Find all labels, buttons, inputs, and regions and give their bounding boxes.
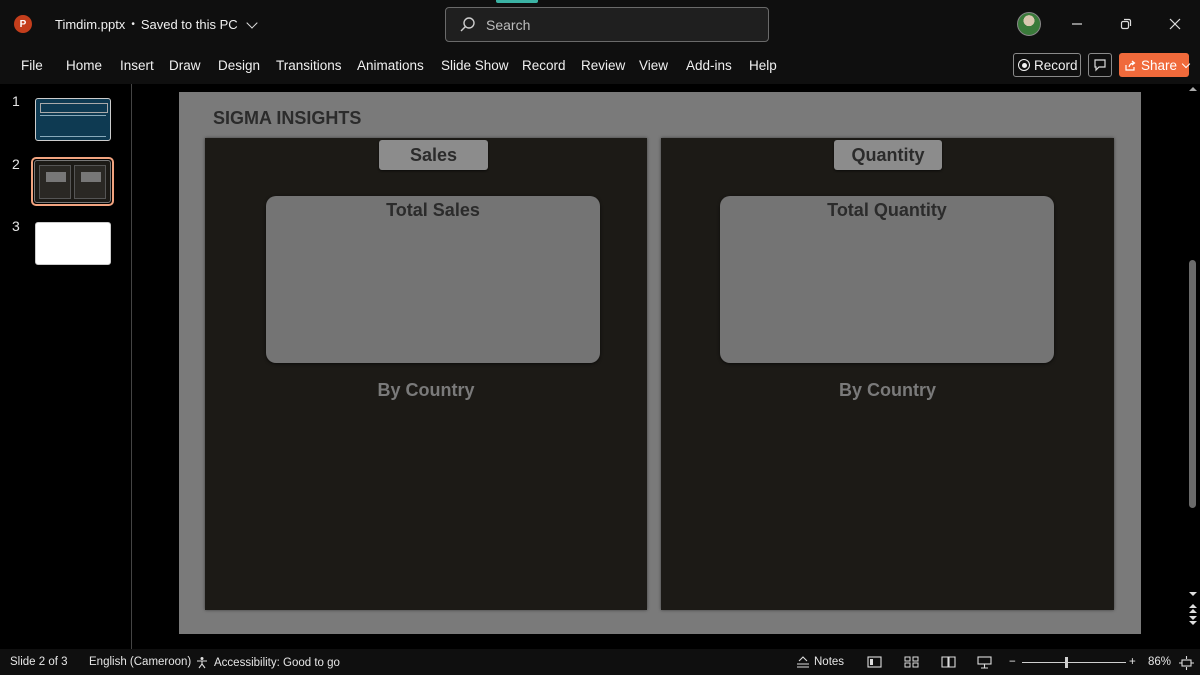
normal-view-icon[interactable] bbox=[867, 656, 882, 668]
scroll-up-icon[interactable] bbox=[1186, 84, 1200, 94]
accessibility-status[interactable]: Accessibility: Good to go bbox=[196, 656, 340, 669]
slide-thumbnail-3[interactable] bbox=[35, 222, 111, 265]
previous-slide-icon[interactable] bbox=[1186, 602, 1200, 614]
filename: Timdim.pptx bbox=[55, 17, 126, 32]
search-placeholder: Search bbox=[486, 16, 531, 33]
reading-view-icon[interactable] bbox=[941, 656, 956, 668]
tab-draw[interactable]: Draw bbox=[169, 58, 201, 73]
slide-number-2: 2 bbox=[12, 156, 20, 172]
zoom-slider-thumb[interactable] bbox=[1065, 657, 1068, 668]
accessibility-icon bbox=[197, 657, 207, 669]
vertical-scrollbar[interactable] bbox=[1186, 84, 1200, 649]
close-icon bbox=[1169, 18, 1181, 30]
share-button[interactable]: Share bbox=[1119, 53, 1191, 77]
title-bar: P Timdim.pptx • Saved to this PC Search bbox=[0, 0, 1200, 48]
thumbnail-panel-left bbox=[39, 165, 71, 199]
tab-record[interactable]: Record bbox=[522, 58, 566, 73]
slide-sorter-icon[interactable] bbox=[904, 656, 919, 668]
accessibility-label: Accessibility: Good to go bbox=[214, 656, 340, 669]
scrollbar-thumb[interactable] bbox=[1189, 260, 1196, 508]
tab-animations[interactable]: Animations bbox=[357, 58, 424, 73]
slide-show-view-icon[interactable] bbox=[977, 656, 992, 669]
tab-review[interactable]: Review bbox=[581, 58, 625, 73]
slide-title[interactable]: SIGMA INSIGHTS bbox=[213, 108, 361, 129]
slide-number-3: 3 bbox=[12, 218, 20, 234]
tab-view[interactable]: View bbox=[639, 58, 668, 73]
comments-button[interactable] bbox=[1088, 53, 1112, 77]
slide[interactable]: SIGMA INSIGHTS Sales Total Sales By Coun… bbox=[179, 92, 1141, 634]
tab-design[interactable]: Design bbox=[218, 58, 260, 73]
total-sales-title: Total Sales bbox=[386, 200, 480, 220]
tab-slide-show[interactable]: Slide Show bbox=[441, 58, 509, 73]
search-box[interactable]: Search bbox=[445, 7, 769, 42]
sales-header-pill[interactable]: Sales bbox=[379, 140, 488, 170]
total-quantity-title: Total Quantity bbox=[827, 200, 947, 220]
notes-icon bbox=[797, 656, 809, 668]
close-button[interactable] bbox=[1163, 12, 1187, 36]
slide-thumbnail-1[interactable] bbox=[35, 98, 111, 141]
zoom-slider-track[interactable] bbox=[1022, 662, 1126, 663]
quantity-header-pill[interactable]: Quantity bbox=[834, 140, 942, 170]
zoom-level[interactable]: 86% bbox=[1148, 656, 1171, 668]
chevron-down-icon[interactable] bbox=[245, 16, 258, 29]
minimize-icon bbox=[1072, 23, 1082, 25]
notes-label: Notes bbox=[814, 656, 845, 668]
language-indicator[interactable]: English (Cameroon) bbox=[89, 656, 191, 668]
record-label: Record bbox=[1034, 57, 1078, 73]
tab-home[interactable]: Home bbox=[66, 58, 102, 73]
zoom-in-button[interactable]: + bbox=[1129, 656, 1136, 668]
search-icon bbox=[460, 16, 475, 31]
sales-panel[interactable]: Sales Total Sales By Country bbox=[205, 138, 647, 610]
tab-insert[interactable]: Insert bbox=[120, 58, 154, 73]
record-icon bbox=[1018, 59, 1030, 71]
notes-button[interactable]: Notes bbox=[796, 656, 844, 668]
status-bar: Slide 2 of 3 English (Cameroon) Accessib… bbox=[0, 649, 1200, 675]
tab-add-ins[interactable]: Add-ins bbox=[686, 58, 732, 73]
avatar[interactable] bbox=[1017, 12, 1041, 36]
title-separator: • bbox=[131, 19, 135, 30]
quantity-by-country-heading[interactable]: By Country bbox=[661, 380, 1114, 401]
tab-help[interactable]: Help bbox=[749, 58, 777, 73]
scroll-down-icon[interactable] bbox=[1186, 589, 1200, 599]
slide-number-1: 1 bbox=[12, 93, 20, 109]
save-status: Saved to this PC bbox=[140, 17, 238, 32]
restore-button[interactable] bbox=[1114, 12, 1138, 36]
zoom-out-button[interactable]: − bbox=[1009, 656, 1016, 668]
slide-counter[interactable]: Slide 2 of 3 bbox=[10, 656, 68, 668]
record-button[interactable]: Record bbox=[1013, 53, 1081, 77]
fit-slide-icon[interactable] bbox=[1179, 656, 1194, 670]
thumbnail-panel-right bbox=[74, 165, 106, 199]
share-label: Share bbox=[1140, 57, 1178, 73]
powerpoint-logo-icon: P bbox=[14, 15, 32, 33]
accent-line bbox=[496, 0, 538, 3]
next-slide-icon[interactable] bbox=[1186, 615, 1200, 627]
minimize-button[interactable] bbox=[1065, 12, 1089, 36]
comment-icon bbox=[1094, 59, 1106, 72]
restore-icon bbox=[1120, 18, 1132, 30]
chevron-down-icon[interactable] bbox=[1181, 59, 1191, 68]
tab-file[interactable]: File bbox=[21, 58, 43, 73]
slide-thumbnail-2[interactable] bbox=[34, 160, 111, 203]
total-quantity-card[interactable]: Total Quantity bbox=[720, 196, 1054, 363]
sales-by-country-heading[interactable]: By Country bbox=[205, 380, 647, 401]
share-icon bbox=[1125, 60, 1136, 71]
total-sales-card[interactable]: Total Sales bbox=[266, 196, 600, 363]
document-title[interactable]: Timdim.pptx • Saved to this PC bbox=[55, 16, 258, 32]
tab-transitions[interactable]: Transitions bbox=[276, 58, 342, 73]
quantity-panel[interactable]: Quantity Total Quantity By Country bbox=[661, 138, 1114, 610]
